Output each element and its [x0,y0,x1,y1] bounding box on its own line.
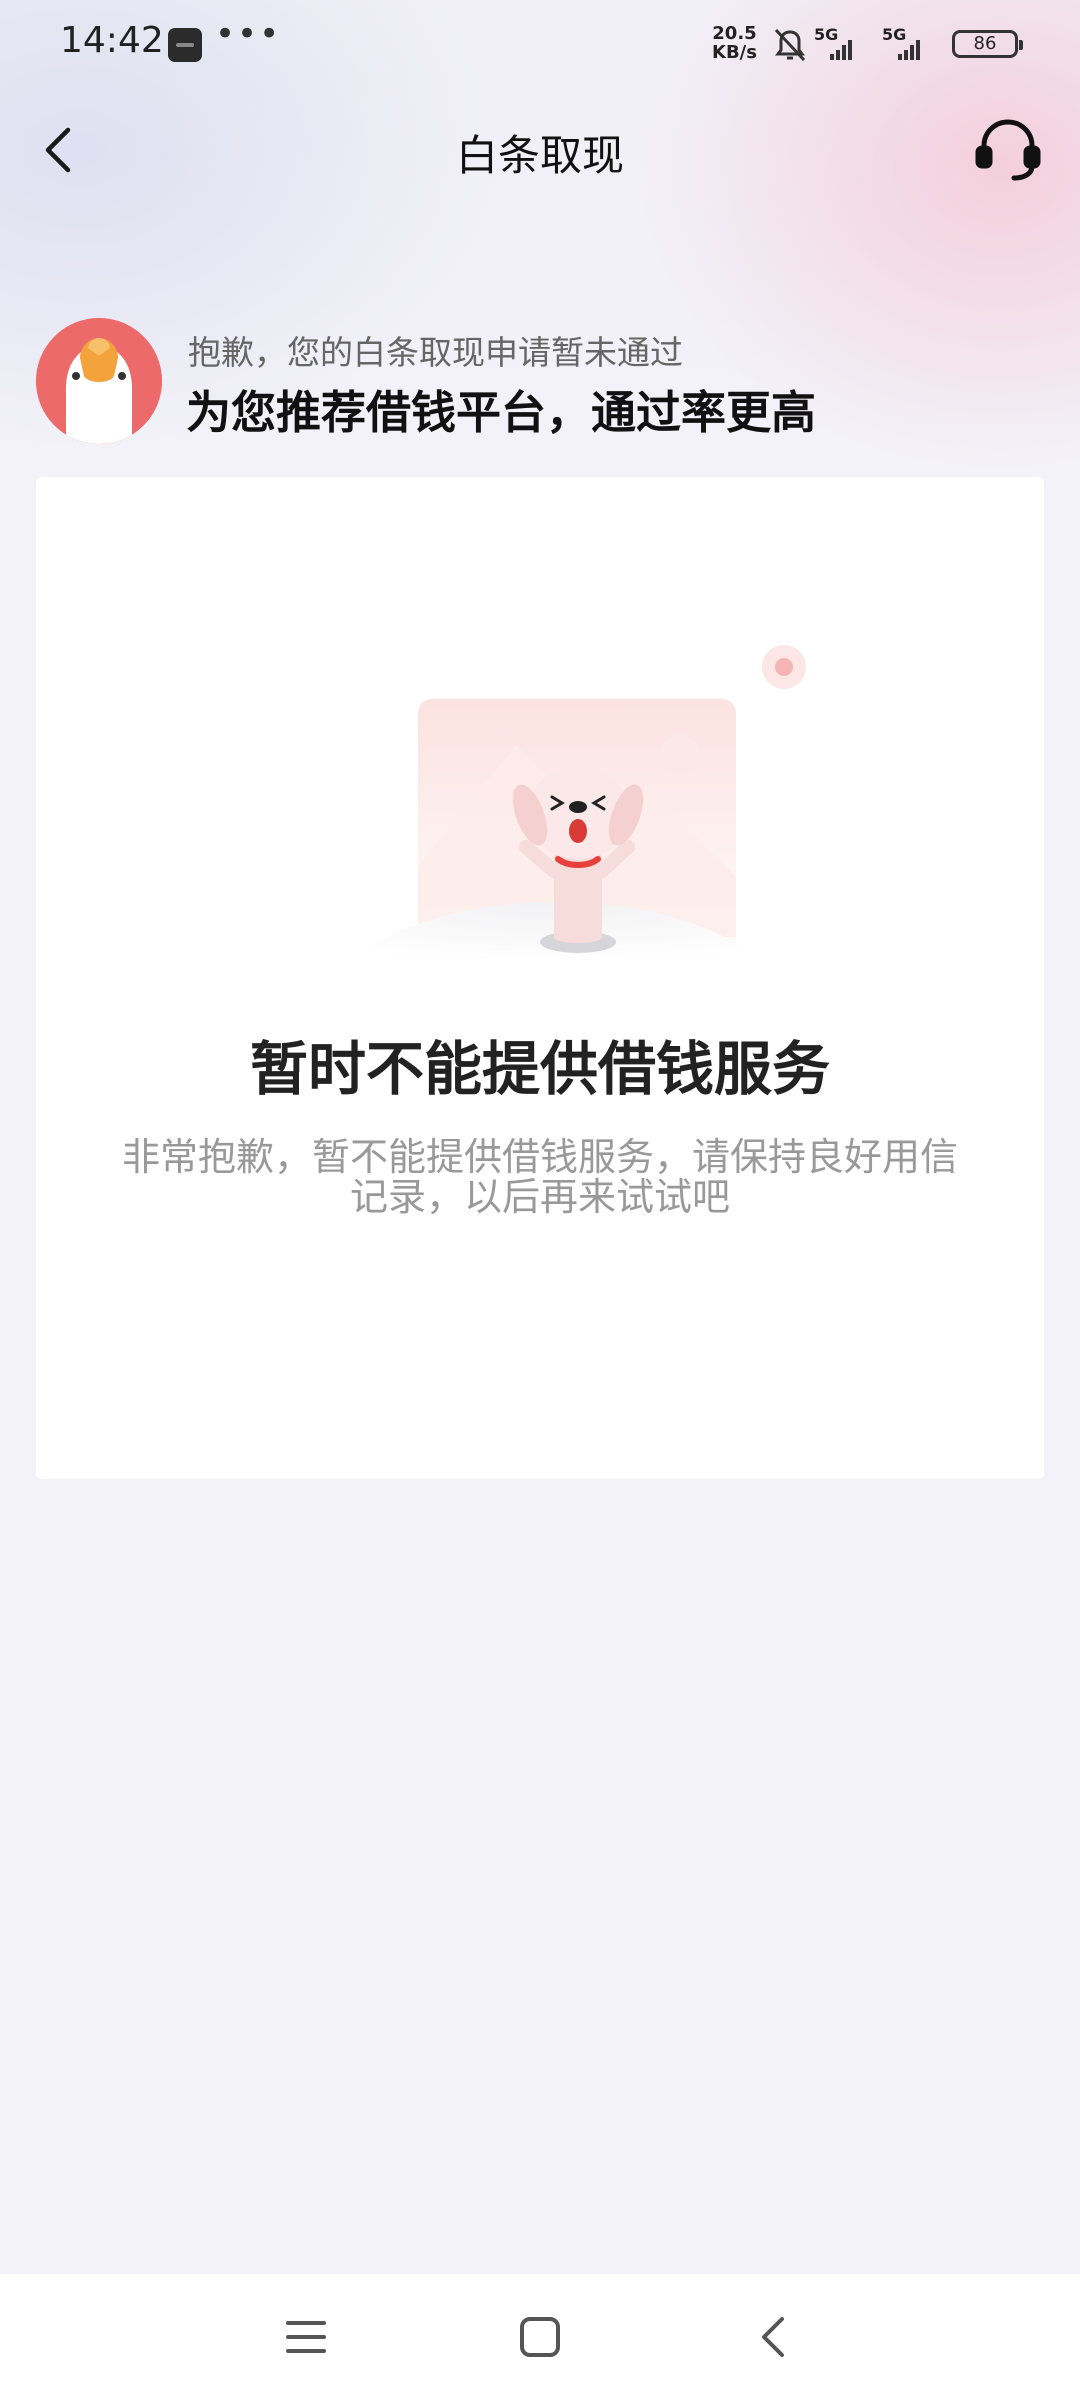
network-speed: 20.5 KB/s [712,24,757,62]
battery-indicator: 86 [952,30,1023,58]
app-notification-icon [168,28,202,62]
home-square-icon [520,2317,560,2357]
signal-1-label: 5G [814,25,838,44]
result-card: 暂时不能提供借钱服务 非常抱歉，暂不能提供借钱服务，请保持良好用信记录，以后再来… [36,477,1044,1479]
page-title: 白条取现 [455,131,624,180]
notice-subtitle: 抱歉，您的白条取现申请暂未通过 [188,333,683,372]
result-title: 暂时不能提供借钱服务 [249,1035,830,1103]
signal-2-label: 5G [882,25,906,44]
menu-icon [286,2321,326,2353]
customer-service-button[interactable] [972,114,1044,186]
navigation-bar: 白条取现 [0,100,1080,200]
result-description: 非常抱歉，暂不能提供借钱服务，请保持良好用信记录，以后再来试试吧 [121,1135,958,1219]
goose-mascot-avatar [36,318,162,444]
mute-bell-icon [774,28,806,62]
sad-dog-illustration [336,645,806,977]
network-speed-value: 20.5 [712,23,757,44]
home-button[interactable] [514,2311,566,2363]
system-navigation-bar [0,2274,1080,2400]
notice-banner: 抱歉，您的白条取现申请暂未通过 为您推荐借钱平台，通过率更高 [36,318,1046,448]
back-triangle-icon [762,2317,784,2357]
status-time: 14:42 [60,20,164,61]
network-speed-unit: KB/s [712,42,757,63]
recent-apps-button[interactable] [280,2311,332,2363]
headset-icon [975,119,1041,181]
notice-title: 为您推荐借钱平台，通过率更高 [186,386,817,439]
status-bar: 14:42 ••• 20.5 KB/s 5G 5G 86 [0,0,1080,90]
goose-icon [36,318,162,444]
more-notifications-icon: ••• [215,14,282,54]
signal-icons: 5G 5G [774,25,920,62]
system-back-button[interactable] [748,2311,800,2363]
